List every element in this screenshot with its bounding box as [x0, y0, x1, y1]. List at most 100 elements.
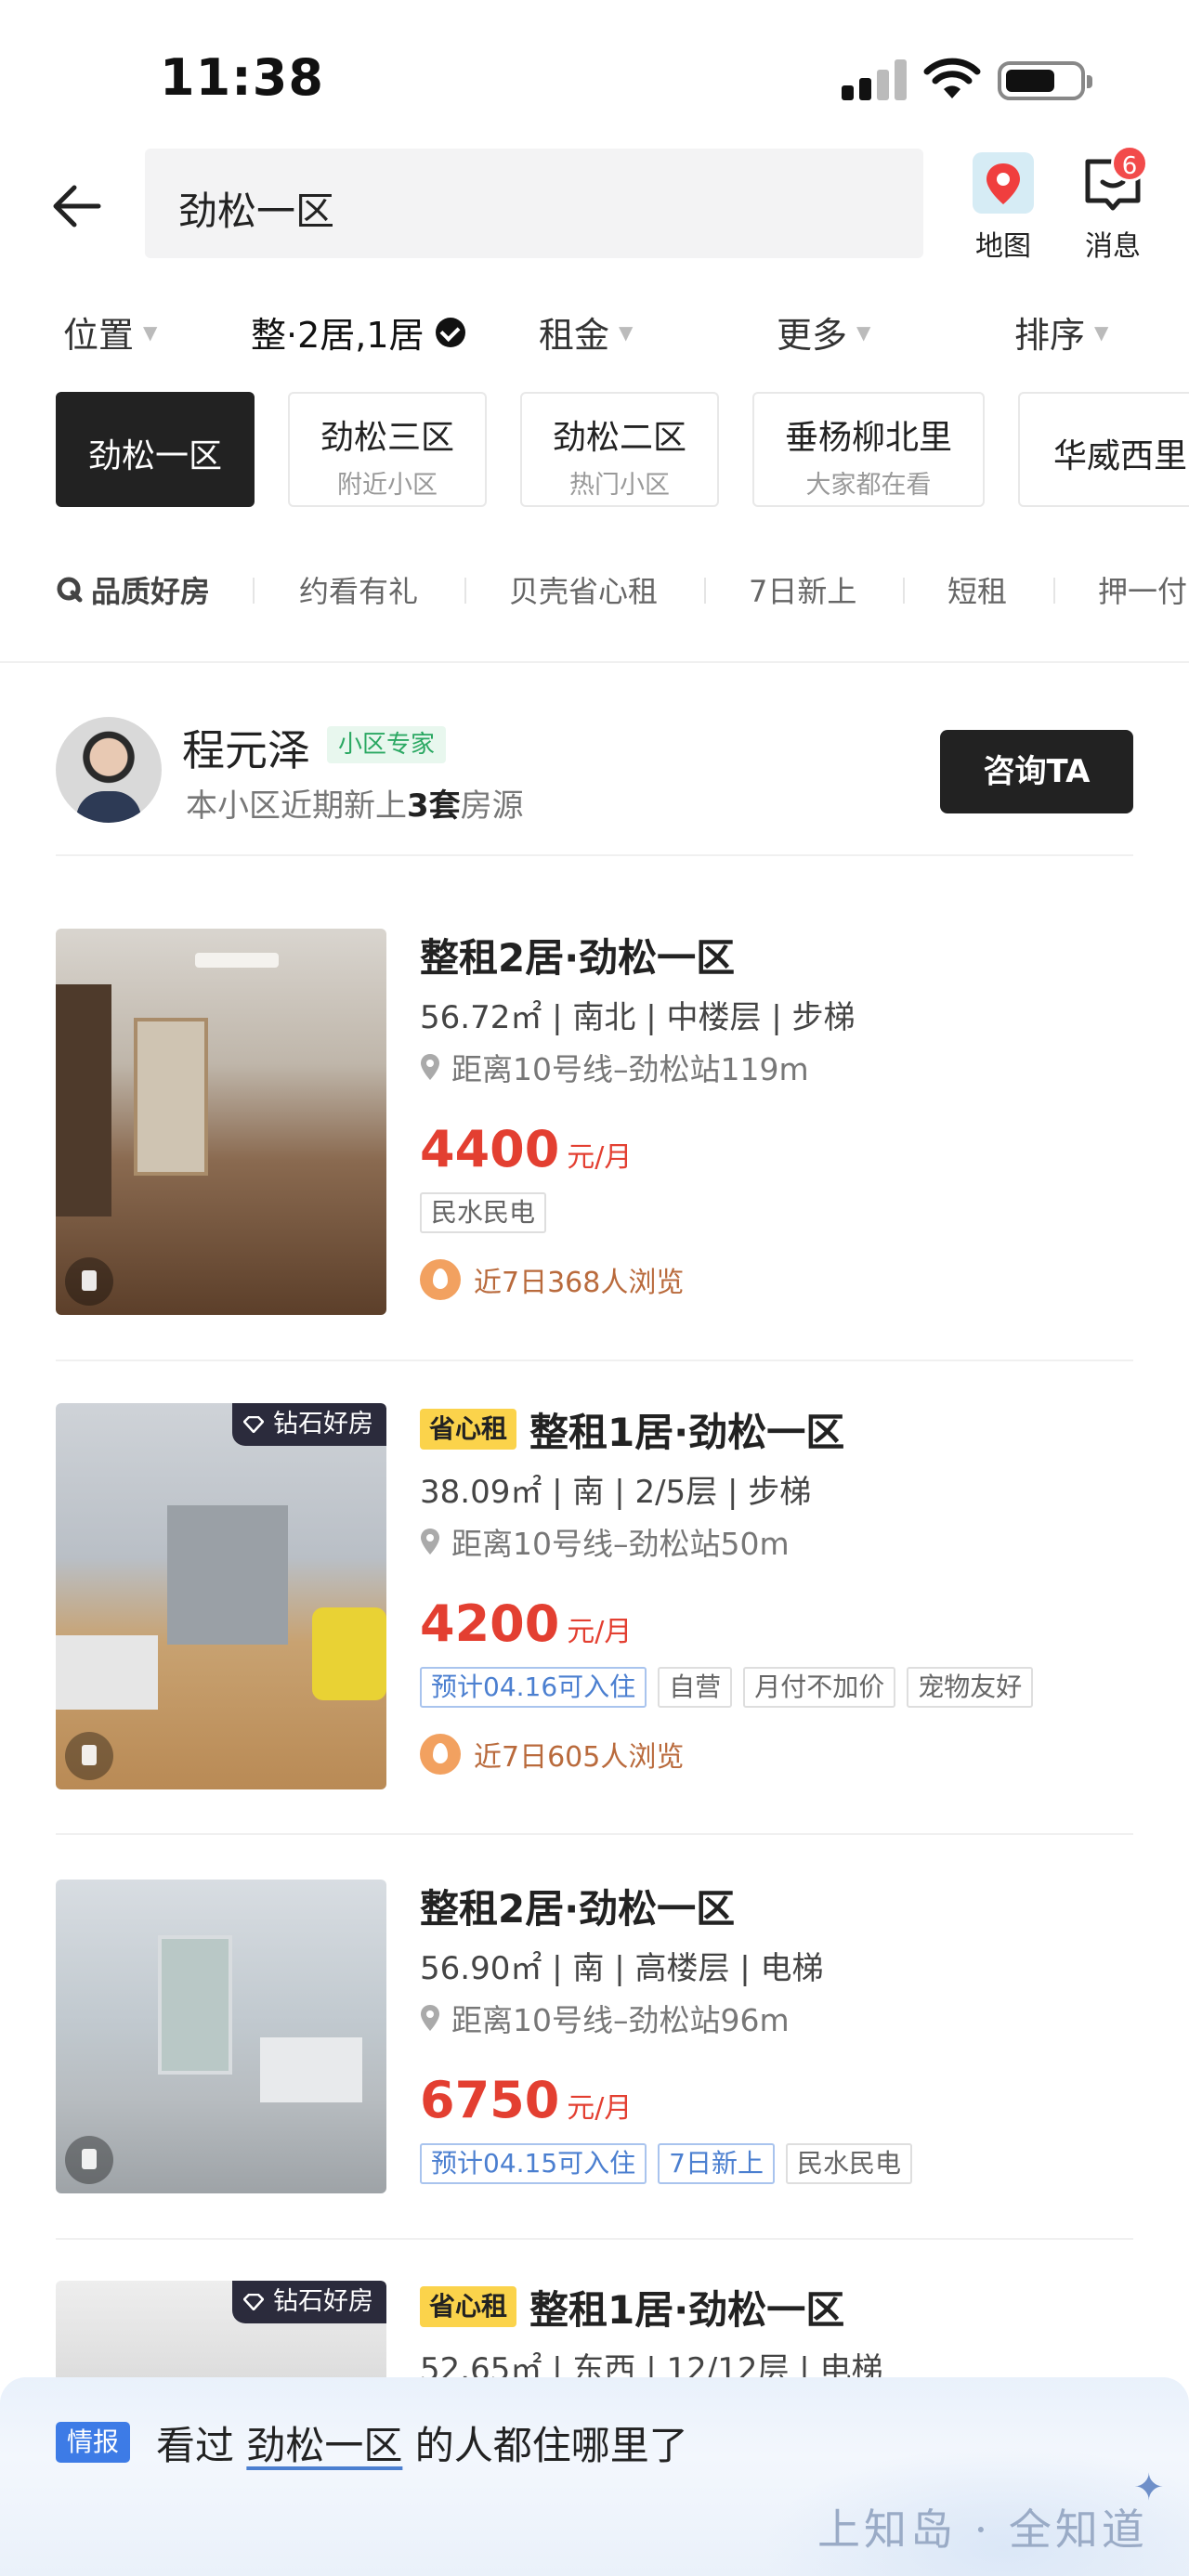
chip-sub: 热门小区	[569, 471, 670, 500]
wifi-icon	[923, 58, 981, 98]
tag-appointment-gift[interactable]: 约看有礼	[299, 568, 418, 611]
video-icon	[65, 2136, 113, 2184]
listing-meta: 56.72㎡ | 南北 | 中楼层 | 步梯	[420, 999, 856, 1036]
chevron-down-icon: ▼	[619, 320, 634, 344]
filter-location[interactable]: 位置 ▼	[63, 306, 157, 358]
status-time: 11:38	[160, 48, 324, 107]
consult-button[interactable]: 咨询TA	[940, 730, 1133, 813]
fire-icon	[420, 1734, 461, 1775]
banner-community-link[interactable]: 劲松一区	[246, 2423, 402, 2468]
diamond-badge: 钻石好房	[232, 1403, 386, 1446]
chip-jinsong-3[interactable]: 劲松三区 附近小区	[288, 392, 487, 507]
location-pin-icon	[421, 2005, 439, 2031]
listing-photo[interactable]	[56, 929, 386, 1315]
shengxin-tag: 省心租	[420, 1409, 517, 1450]
diamond-icon	[243, 2294, 264, 2310]
listing-info: 整租2居·劲松一区 56.72㎡ | 南北 | 中楼层 | 步梯 距离10号线–…	[420, 929, 1163, 1302]
table	[260, 2037, 362, 2102]
agent-card[interactable]: 程元泽 小区专家 本小区近期新上3套房源 咨询TA	[0, 706, 1189, 845]
filter-rent[interactable]: 租金 ▼	[539, 306, 633, 358]
label-self-operated: 自营	[658, 1667, 733, 1708]
tag-quality[interactable]: 品质好房	[56, 568, 210, 611]
filter-sort[interactable]: 排序 ▼	[1014, 306, 1108, 358]
diamond-badge: 钻石好房	[232, 2281, 386, 2323]
listing-price: 4200 元/月	[420, 1594, 633, 1653]
video-icon	[65, 1732, 113, 1780]
intel-banner[interactable]: 情报 看过 劲松一区 的人都住哪里了 ✦ 上知岛 · 全知道	[0, 2377, 1189, 2576]
chip-name: 劲松三区	[320, 419, 454, 457]
agent-name: 程元泽	[182, 725, 310, 775]
tag-separator	[253, 578, 255, 604]
divider	[56, 854, 1133, 856]
check-icon	[435, 317, 465, 347]
divider	[56, 1360, 1133, 1361]
chip-name: 劲松二区	[552, 419, 686, 457]
agent-expert-badge: 小区专家	[327, 726, 447, 763]
listing-title: 整租2居·劲松一区	[420, 1885, 736, 1932]
quality-icon	[57, 577, 83, 603]
chevron-down-icon: ▼	[1094, 320, 1109, 344]
chip-jinsong-2[interactable]: 劲松二区 热门小区	[520, 392, 719, 507]
tag-short-rent[interactable]: 短租	[947, 568, 1007, 611]
chevron-down-icon: ▼	[143, 320, 158, 344]
filter-layout[interactable]: 整·2居,1居	[251, 306, 465, 358]
listing-title: 整租2居·劲松一区	[420, 934, 736, 981]
listing-photo[interactable]: 钻石好房	[56, 1403, 386, 1789]
listing-distance: 距离10号线–劲松站119m	[420, 1046, 1163, 1088]
label-move-in: 预计04.15可入住	[420, 2143, 647, 2184]
diamond-icon	[243, 1416, 264, 1433]
listing-title: 省心租 整租1居·劲松一区	[420, 1403, 1163, 1455]
chip-sub: 大家都在看	[805, 471, 932, 500]
bed	[56, 1635, 158, 1710]
divider	[56, 1833, 1133, 1835]
message-button[interactable]: 6 消息	[1066, 145, 1159, 269]
chip-chuiyangliu[interactable]: 垂杨柳北里 大家都在看	[752, 392, 985, 507]
listing-info: 省心租 整租1居·劲松一区 38.09㎡ | 南 | 2/5层 | 步梯 距离10…	[420, 1403, 1163, 1776]
listing-views: 近7日368人浏览	[420, 1257, 1163, 1302]
label-utilities: 民水民电	[786, 2143, 913, 2184]
chip-huaweixili[interactable]: 华威西里	[1018, 392, 1189, 507]
location-pin-icon	[421, 1054, 439, 1080]
wall-panel	[167, 1505, 288, 1645]
back-arrow-icon[interactable]	[48, 178, 104, 234]
fire-icon	[420, 1259, 461, 1300]
filter-more[interactable]: 更多 ▼	[777, 306, 870, 358]
cellular-signal-icon	[842, 59, 907, 100]
chip-name: 华威西里	[1052, 437, 1187, 475]
listing-labels: 预计04.16可入住 自营 月付不加价 宠物友好	[420, 1667, 1163, 1708]
listing-views: 近7日605人浏览	[420, 1732, 1163, 1776]
divider	[56, 2238, 1133, 2240]
map-pin-icon	[973, 152, 1034, 214]
yellow-sofa	[312, 1607, 386, 1700]
label-utilities: 民水民电	[420, 1192, 547, 1233]
banner-text: 看过 劲松一区 的人都住哪里了	[156, 2423, 688, 2468]
tag-separator	[903, 578, 905, 604]
chip-jinsong-1[interactable]: 劲松一区	[56, 392, 255, 507]
tag-7day-new[interactable]: 7日新上	[749, 568, 856, 611]
chevron-down-icon: ▼	[856, 320, 871, 344]
listing-price: 6750 元/月	[420, 2071, 633, 2129]
tag-beike-rent[interactable]: 贝壳省心租	[509, 568, 658, 611]
tag-separator	[1053, 578, 1055, 604]
location-pin-icon	[421, 1529, 439, 1555]
listing-labels: 民水民电	[420, 1192, 1163, 1233]
section-divider	[0, 661, 1189, 663]
map-button[interactable]: 地图	[957, 149, 1050, 269]
search-input[interactable]: 劲松一区	[145, 149, 923, 258]
filter-bar: 位置 ▼ 整·2居,1居 租金 ▼ 更多 ▼ 排序 ▼	[0, 297, 1189, 371]
video-icon	[65, 1257, 113, 1306]
window	[134, 1018, 208, 1176]
listing-labels: 预计04.15可入住 7日新上 民水民电	[420, 2143, 1163, 2184]
label-move-in: 预计04.16可入住	[420, 1667, 647, 1708]
tag-separator	[464, 578, 466, 604]
wardrobe	[56, 984, 111, 1216]
listing-meta: 56.90㎡ | 南 | 高楼层 | 电梯	[420, 1950, 824, 1987]
search-value: 劲松一区	[178, 189, 335, 234]
tag-deposit[interactable]: 押一付	[1098, 568, 1187, 611]
listing-photo[interactable]	[56, 1880, 386, 2193]
message-label: 消息	[1085, 230, 1141, 263]
tag-row: 品质好房 约看有礼 贝壳省心租 7日新上 短租 押一付	[0, 557, 1189, 624]
listing-distance: 距离10号线–劲松站96m	[420, 1997, 1163, 2039]
intel-badge: 情报	[56, 2422, 131, 2463]
agent-avatar[interactable]	[56, 717, 162, 823]
